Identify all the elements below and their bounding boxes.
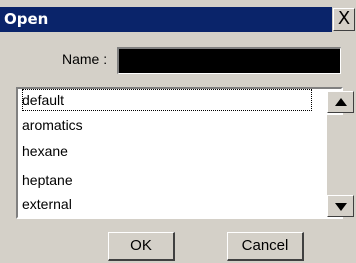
dialog-title: Open <box>4 10 49 28</box>
list-item-external[interactable]: external <box>22 193 72 215</box>
cancel-button[interactable]: Cancel <box>227 232 304 261</box>
scroll-down-button[interactable] <box>327 195 354 217</box>
file-listbox[interactable]: default aromatics hexane heptane externa… <box>16 87 354 219</box>
vertical-scrollbar[interactable] <box>327 91 354 217</box>
close-icon: X <box>337 8 351 29</box>
open-dialog: Open X Name : default aromatics hexane h… <box>0 0 356 263</box>
title-bar-band <box>0 7 332 32</box>
name-field[interactable] <box>117 47 341 74</box>
ok-button[interactable]: OK <box>108 232 175 261</box>
list-item-default[interactable]: default <box>22 89 312 111</box>
name-label: Name : <box>62 51 108 67</box>
close-button[interactable]: X <box>333 8 355 31</box>
title-bar[interactable]: Open X <box>0 0 356 32</box>
arrow-down-icon <box>335 203 347 211</box>
arrow-up-icon <box>335 98 347 106</box>
list-item-aromatics[interactable]: aromatics <box>22 114 83 136</box>
scroll-up-button[interactable] <box>327 91 354 113</box>
scrollbar-track[interactable] <box>327 115 354 195</box>
list-item-hexane[interactable]: hexane <box>22 140 68 162</box>
list-item-heptane[interactable]: heptane <box>22 169 73 191</box>
